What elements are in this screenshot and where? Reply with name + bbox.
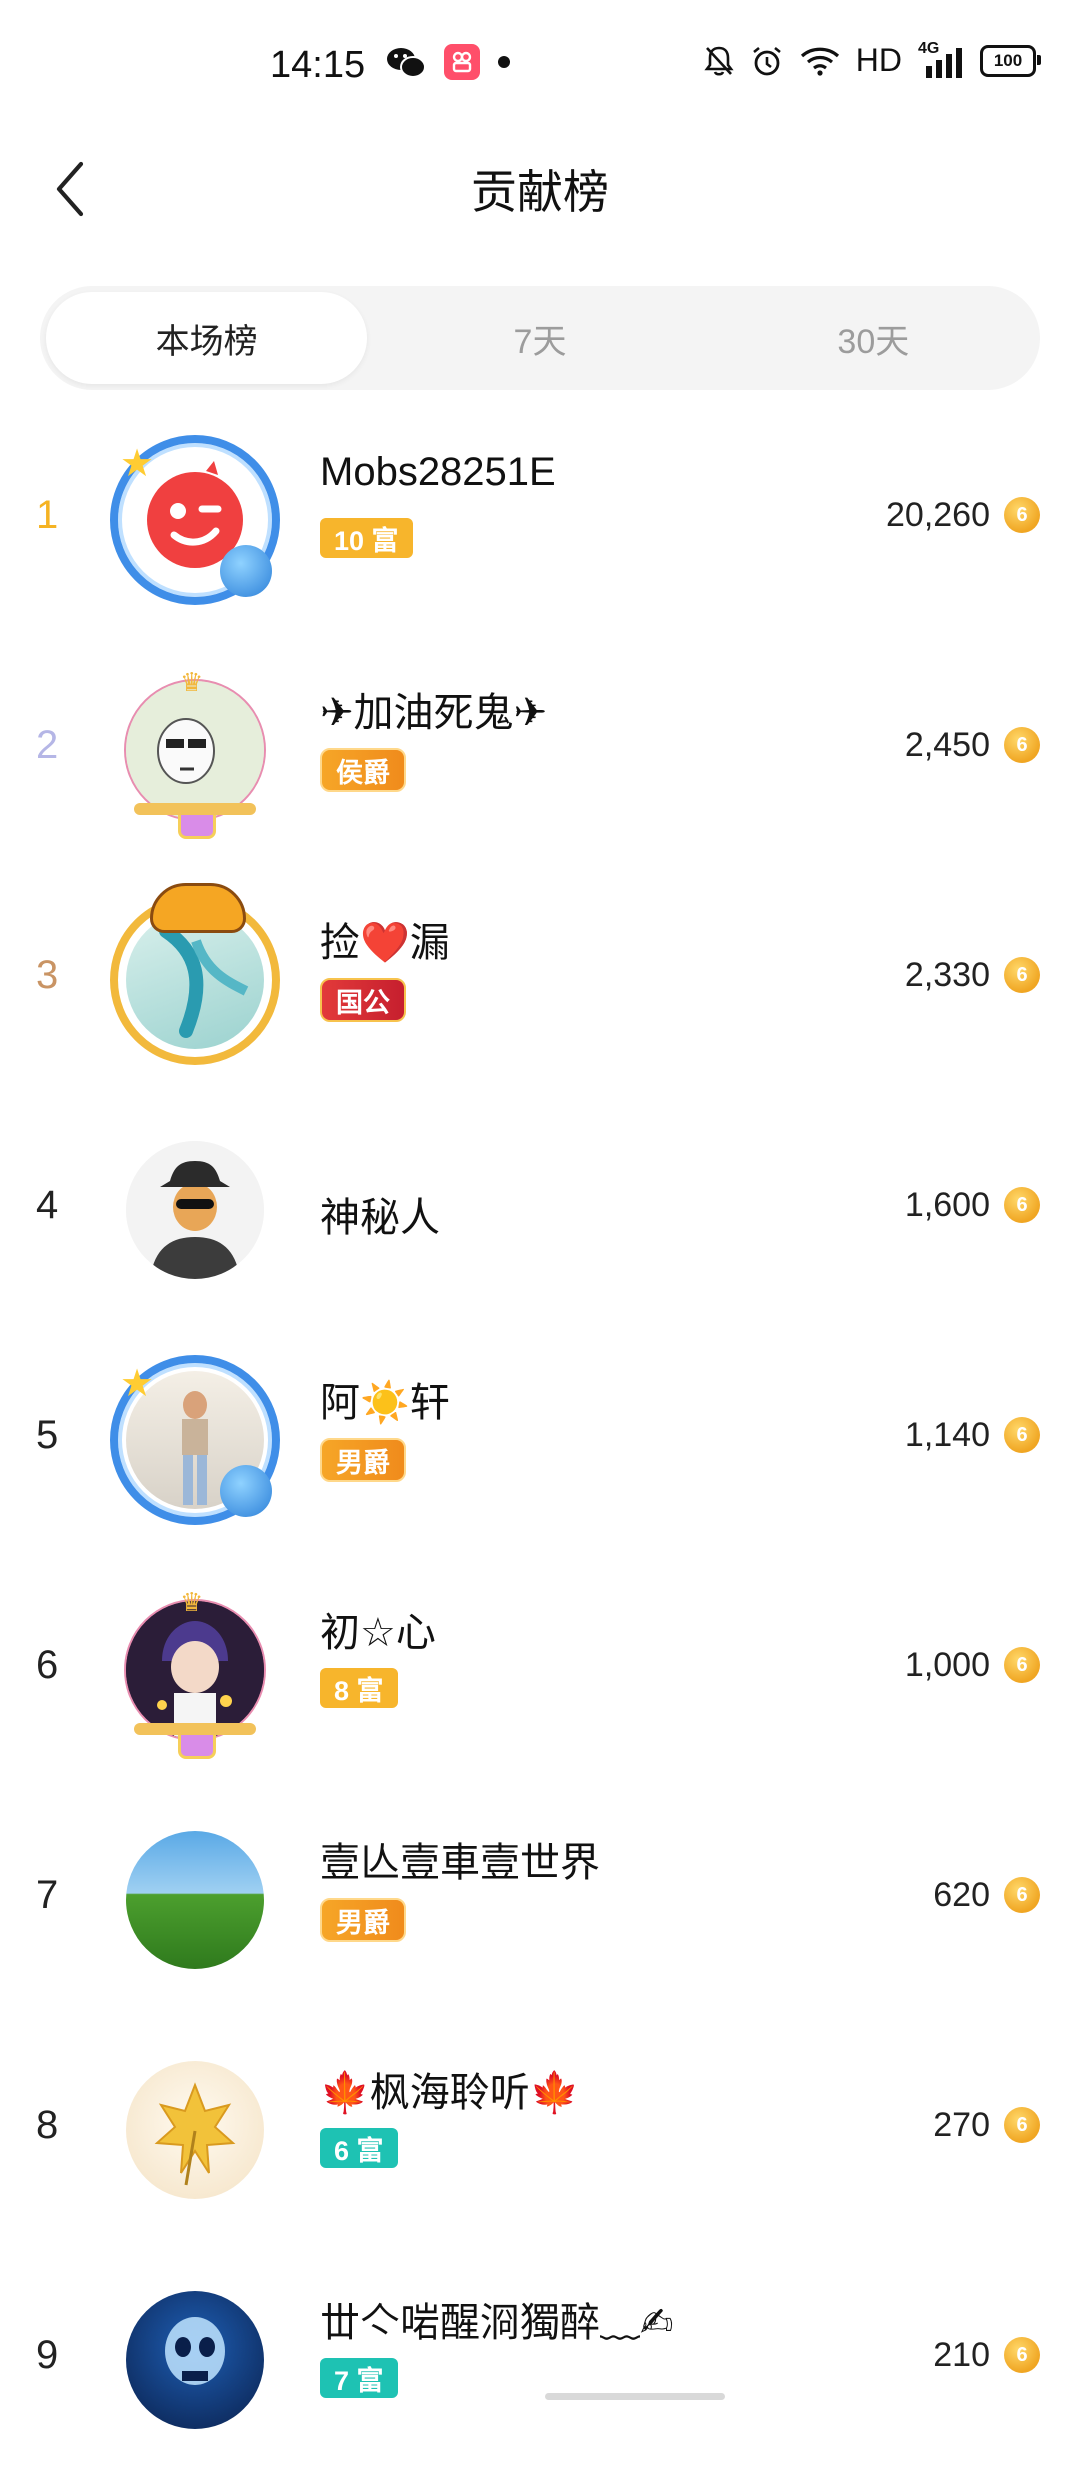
rank-number: 4	[36, 1182, 59, 1227]
header: 贡献榜	[0, 130, 1080, 240]
contribution-score: 2,450	[904, 725, 990, 764]
noble-badge: 国公	[320, 978, 406, 1022]
coin-icon: 6	[1004, 2337, 1040, 2373]
contribution-score: 1,600	[904, 1185, 990, 1224]
contribution-score: 210	[933, 2335, 990, 2374]
avatar[interactable]: ★	[110, 1355, 280, 1525]
app-icon	[444, 44, 480, 80]
coin-icon: 6	[1004, 2107, 1040, 2143]
coin-icon: 6	[1004, 1647, 1040, 1683]
list-item[interactable]: 5 ★ 阿☀️轩 男爵 1,140 6	[0, 1320, 1080, 1550]
wechat-icon	[386, 45, 426, 79]
rank-number: 8	[36, 2102, 59, 2147]
rank-number: 9	[36, 2332, 59, 2377]
level-badge: 6 富	[320, 2128, 398, 2168]
contribution-score: 20,260	[886, 495, 990, 534]
ranking-tabs: 本场榜 7天 30天	[40, 286, 1040, 390]
contribution-score: 1,000	[904, 1645, 990, 1684]
ranking-list: 1 ★ Mobs28251E 10 富 20,260 6 2 ♛ ✈加油死鬼✈ …	[0, 400, 1080, 2470]
coin-icon: 6	[1004, 1877, 1040, 1913]
user-name: 捡❤️漏	[320, 921, 450, 965]
contribution-score: 2,330	[904, 955, 990, 994]
user-name: 🍁枫海聆听🍁	[320, 2071, 580, 2115]
contribution-score: 270	[933, 2105, 990, 2144]
notification-icons	[386, 44, 510, 80]
avatar-image	[126, 1141, 264, 1279]
user-name: 神秘人	[320, 1196, 440, 1240]
list-item[interactable]: 7 壹亾壹車壹世界 男爵 620 6	[0, 1780, 1080, 2010]
noble-badge: 男爵	[320, 1438, 406, 1482]
user-name: 丗亽啱醒浻獨醉﹏✍	[320, 2301, 674, 2345]
coin-icon: 6	[1004, 957, 1040, 993]
system-icons: HD 4G 100	[704, 40, 1041, 79]
user-name: Mobs28251E	[320, 450, 556, 494]
scroll-indicator[interactable]	[545, 2393, 725, 2400]
signal-icon: 4G	[918, 40, 964, 78]
avatar[interactable]	[110, 883, 280, 1065]
avatar[interactable]	[110, 2275, 280, 2445]
level-badge: 10 富	[320, 518, 413, 558]
level-badge: 8 富	[320, 1668, 398, 1708]
rank-number: 1	[36, 492, 59, 537]
avatar[interactable]: ★	[110, 435, 280, 605]
wing-ribbon	[134, 803, 256, 815]
rank-number: 5	[36, 1412, 59, 1457]
list-item[interactable]: 4 神秘人 1,600 6	[0, 1090, 1080, 1320]
coin-icon: 6	[1004, 727, 1040, 763]
list-item[interactable]: 9 丗亽啱醒浻獨醉﹏✍ 7 富 210 6	[0, 2240, 1080, 2470]
status-bar: 14:15 HD 4G 100	[0, 0, 1080, 130]
tab-7-days[interactable]: 7天	[379, 292, 700, 384]
rank-number: 7	[36, 1872, 59, 1917]
rank-number: 6	[36, 1642, 59, 1687]
wing-ribbon	[134, 1723, 256, 1735]
rank-number: 3	[36, 952, 59, 997]
avatar[interactable]: ♛	[110, 665, 280, 839]
list-item[interactable]: 3 捡❤️漏 国公 2,330 6	[0, 860, 1080, 1090]
avatar-image	[126, 1601, 264, 1739]
alarm-icon	[752, 46, 781, 75]
avatar[interactable]: ♛	[110, 1585, 280, 1759]
list-item[interactable]: 1 ★ Mobs28251E 10 富 20,260 6	[0, 400, 1080, 630]
noble-badge: 侯爵	[320, 748, 406, 792]
battery-icon: 100	[980, 44, 1041, 77]
user-name: 壹亾壹車壹世界	[320, 1841, 600, 1885]
rank-number: 2	[36, 722, 59, 767]
coin-icon: 6	[1004, 1417, 1040, 1453]
star-icon: ★	[120, 1363, 155, 1405]
avatar-image	[126, 2291, 264, 2429]
planet-icon	[220, 545, 272, 597]
noble-badge: 男爵	[320, 1898, 406, 1942]
list-item[interactable]: 2 ♛ ✈加油死鬼✈ 侯爵 2,450 6	[0, 630, 1080, 860]
user-name: 阿☀️轩	[320, 1381, 450, 1425]
contribution-score: 620	[933, 1875, 990, 1914]
coin-icon: 6	[1004, 1187, 1040, 1223]
list-item[interactable]: 6 ♛ 初☆心 8 富 1,000 6	[0, 1550, 1080, 1780]
user-name: ✈加油死鬼✈	[320, 691, 548, 735]
avatar[interactable]	[110, 1815, 280, 1985]
dot-icon	[498, 56, 510, 68]
contribution-score: 1,140	[904, 1415, 990, 1454]
network-type: HD	[855, 42, 902, 78]
star-icon: ★	[120, 443, 155, 485]
list-item[interactable]: 8 🍁枫海聆听🍁 6 富 270 6	[0, 2010, 1080, 2240]
avatar[interactable]	[110, 2045, 280, 2215]
avatar-image	[126, 681, 264, 819]
avatar-image	[126, 2061, 264, 2199]
tab-30-days[interactable]: 30天	[713, 292, 1034, 384]
user-name: 初☆心	[320, 1611, 436, 1655]
wifi-icon	[800, 47, 839, 76]
page-title: 贡献榜	[471, 166, 609, 218]
level-badge: 7 富	[320, 2358, 398, 2398]
avatar[interactable]	[110, 1125, 280, 1295]
crown-icon: ♛	[180, 667, 204, 697]
coin-icon: 6	[1004, 497, 1040, 533]
tab-this-session[interactable]: 本场榜	[46, 292, 368, 384]
crown-icon: ♛	[180, 1587, 204, 1617]
mute-bell-icon	[704, 46, 734, 76]
status-time: 14:15	[270, 44, 366, 86]
avatar-image	[126, 1831, 264, 1969]
tiger-icon	[150, 883, 246, 933]
planet-icon	[220, 1465, 272, 1517]
